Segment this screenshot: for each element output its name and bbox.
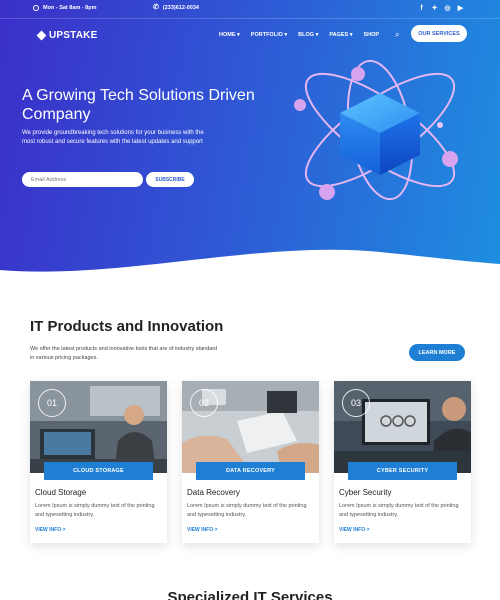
card-text: Lorem Ipsum is simply dummy text of the … bbox=[187, 503, 307, 518]
logo-icon bbox=[36, 30, 47, 41]
section-title: IT Products and Innovation bbox=[30, 318, 224, 335]
learn-more-button[interactable]: LEARN MORE bbox=[409, 344, 465, 361]
social-links: f ✦ ◎ ▶ bbox=[418, 4, 464, 13]
facebook-icon[interactable]: f bbox=[418, 4, 425, 13]
search-icon[interactable]: ⌕ bbox=[395, 30, 399, 40]
card-category-tag[interactable]: DATA RECOVERY bbox=[196, 462, 305, 480]
phone-number[interactable]: ✆ (233)612-0034 bbox=[153, 4, 199, 11]
top-bar: Mon - Sat 8am - 8pm ✆ (233)612-0034 f ✦ … bbox=[0, 0, 500, 19]
section-description: We offer the latest products and innovat… bbox=[30, 346, 218, 361]
nav-item-home[interactable]: HOME ▾ bbox=[219, 32, 240, 38]
hero-section: Mon - Sat 8am - 8pm ✆ (233)612-0034 f ✦ … bbox=[0, 0, 500, 290]
youtube-icon[interactable]: ▶ bbox=[457, 4, 464, 13]
hero-title: A Growing Tech Solutions Driven Company bbox=[22, 87, 255, 123]
phone-icon: ✆ bbox=[153, 4, 159, 11]
nav-item-pages[interactable]: PAGES ▾ bbox=[329, 32, 352, 38]
card-category-tag[interactable]: CYBER SECURITY bbox=[348, 462, 457, 480]
nav-item-blog[interactable]: BLOG ▾ bbox=[298, 32, 318, 38]
card-number: 01 bbox=[38, 389, 66, 417]
nav-item-shop[interactable]: SHOP bbox=[364, 32, 380, 38]
card-title: Cloud Storage bbox=[35, 488, 87, 497]
opening-hours-text: Mon - Sat 8am - 8pm bbox=[43, 5, 97, 11]
twitter-icon[interactable]: ✦ bbox=[431, 4, 438, 13]
nav-item-portfolio[interactable]: PORTFOLIO ▾ bbox=[251, 32, 287, 38]
view-info-link[interactable]: VIEW INFO > bbox=[339, 527, 369, 533]
hero-description: We provide groundbreaking tech solutions… bbox=[22, 130, 204, 145]
hero-wave bbox=[0, 249, 500, 290]
main-nav: HOME ▾ PORTFOLIO ▾ BLOG ▾ PAGES ▾ SHOP bbox=[219, 32, 379, 38]
product-card-cloud-storage: 01 CLOUD STORAGE Cloud Storage Lorem Ips… bbox=[30, 381, 167, 543]
site-logo[interactable]: UPSTAKE bbox=[36, 30, 98, 41]
card-number: 02 bbox=[190, 389, 218, 417]
card-number: 03 bbox=[342, 389, 370, 417]
card-text: Lorem Ipsum is simply dummy text of the … bbox=[35, 503, 155, 518]
next-section-title: Specialized IT Services bbox=[167, 589, 333, 600]
atom-cube-illustration bbox=[294, 59, 458, 201]
instagram-icon[interactable]: ◎ bbox=[444, 4, 451, 13]
product-card-data-recovery: 02 DATA RECOVERY Data Recovery Lorem Ips… bbox=[182, 381, 319, 543]
view-info-link[interactable]: VIEW INFO > bbox=[35, 527, 65, 533]
logo-text: UPSTAKE bbox=[49, 30, 98, 41]
opening-hours: Mon - Sat 8am - 8pm bbox=[33, 5, 96, 11]
card-text: Lorem Ipsum is simply dummy text of the … bbox=[339, 503, 459, 518]
card-title: Data Recovery bbox=[187, 488, 240, 497]
our-services-button[interactable]: OUR SERVICES bbox=[411, 25, 467, 42]
card-title: Cyber Security bbox=[339, 488, 392, 497]
phone-text: (233)612-0034 bbox=[162, 5, 199, 11]
product-card-cyber-security: 03 CYBER SECURITY Cyber Security Lorem I… bbox=[334, 381, 471, 543]
subscribe-button[interactable]: SUBSCRIBE bbox=[146, 172, 194, 187]
clock-icon bbox=[33, 5, 39, 11]
email-input[interactable] bbox=[22, 172, 143, 187]
card-category-tag[interactable]: CLOUD STORAGE bbox=[44, 462, 153, 480]
view-info-link[interactable]: VIEW INFO > bbox=[187, 527, 217, 533]
